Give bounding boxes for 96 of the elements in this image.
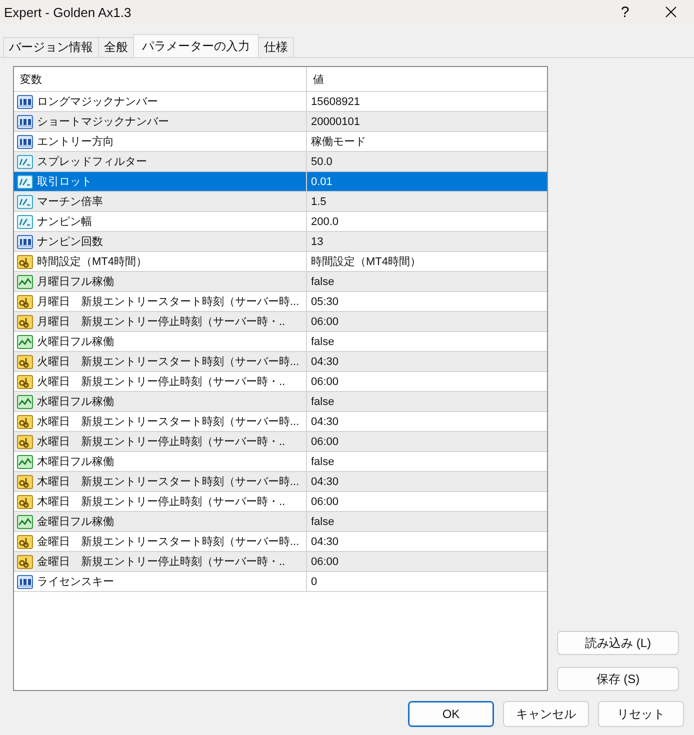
parameter-row[interactable]: スプレッドフィルター 50.0 [14,152,547,172]
parameter-name: 金曜日 新規エントリー停止時刻（サーバー時・.. [37,554,286,569]
parameter-value: 06:00 [311,376,339,388]
parameter-row[interactable]: 木曜日 新規エントリースタート時刻（サーバー時... 04:30 [14,472,547,492]
text-icon [17,414,33,428]
parameter-row[interactable]: ナンピン回数 13 [14,232,547,252]
parameter-name: マーチン倍率 [37,194,103,209]
parameter-name: ナンピン回数 [37,235,103,249]
cancel-button[interactable]: キャンセル [503,701,589,727]
parameter-row[interactable]: 火曜日 新規エントリースタート時刻（サーバー時... 04:30 [14,352,547,372]
text-icon [17,534,33,548]
text-icon [17,354,33,368]
parameter-name: 月曜日 新規エントリー停止時刻（サーバー時・.. [37,314,286,329]
parameter-name: ショートマジックナンバー [37,115,169,129]
parameter-value: 0.01 [311,176,332,188]
parameter-name: スプレッドフィルター [37,154,147,169]
parameter-value: false [311,336,334,348]
save-button[interactable]: 保存 (S) [557,667,679,691]
parameter-value: 04:30 [311,416,339,428]
parameter-value: false [311,276,334,288]
parameter-name: 火曜日 新規エントリー停止時刻（サーバー時・.. [37,374,286,389]
parameter-name: 取引ロット [37,175,92,189]
parameter-value: 200.0 [311,216,339,228]
parameter-value: 20000101 [311,116,360,128]
parameter-name: 水曜日 新規エントリー停止時刻（サーバー時・.. [37,434,286,449]
parameter-row[interactable]: マーチン倍率 1.5 [14,192,547,212]
parameter-row[interactable]: 金曜日 新規エントリー停止時刻（サーバー時・.. 06:00 [14,552,547,572]
parameter-value: 1.5 [311,196,326,208]
parameter-value: 04:30 [311,536,339,548]
text-icon [17,554,33,568]
text-icon [17,474,33,488]
parameter-name: 木曜日フル稼働 [37,455,114,469]
parameter-name: 水曜日フル稼働 [37,395,114,409]
chart-icon [17,334,33,348]
text-icon [17,254,33,268]
tab[interactable]: 仕様 [258,37,294,57]
parameter-value: false [311,516,334,528]
parameter-name: エントリー方向 [37,134,114,149]
parameter-name: 金曜日 新規エントリースタート時刻（サーバー時... [37,534,300,549]
parameter-value: 04:30 [311,356,339,368]
column-header[interactable]: 変数 [20,72,42,86]
parameter-name: 火曜日フル稼働 [37,335,114,349]
fraction-icon [17,214,33,228]
parameter-value: 15608921 [311,96,360,108]
parameter-row[interactable]: 金曜日フル稼働 false [14,512,547,532]
parameter-row[interactable]: 月曜日 新規エントリー停止時刻（サーバー時・.. 06:00 [14,312,547,332]
parameter-row[interactable]: 取引ロット 0.01 [14,172,547,192]
parameter-name: 金曜日フル稼働 [37,515,114,529]
text-icon [17,494,33,508]
parameter-name: 時間設定（MT4時間） [37,254,147,269]
parameter-value: 04:30 [311,476,339,488]
parameter-value: 06:00 [311,556,339,568]
parameter-value: 06:00 [311,316,339,328]
parameter-value: 13 [311,236,324,248]
parameter-name: 木曜日 新規エントリースタート時刻（サーバー時... [37,474,300,489]
parameter-value: 0 [311,576,318,588]
load-button[interactable]: 読み込み (L) [557,631,679,655]
parameter-row[interactable]: 水曜日 新規エントリー停止時刻（サーバー時・.. 06:00 [14,432,547,452]
parameter-name: 火曜日 新規エントリースタート時刻（サーバー時... [37,354,300,369]
chart-icon [17,514,33,528]
parameter-name: 水曜日 新規エントリースタート時刻（サーバー時... [37,414,300,429]
parameter-name: ライセンスキー [37,575,114,589]
column-header[interactable]: 値 [313,72,324,86]
tab[interactable]: パラメーターの入力 [133,34,259,57]
parameter-name: 月曜日フル稼働 [37,275,114,289]
parameter-name: 月曜日 新規エントリースタート時刻（サーバー時... [37,294,300,309]
text-icon [17,434,33,448]
parameter-value: 06:00 [311,436,339,448]
chart-icon [17,394,33,408]
ok-button[interactable]: OK [408,701,494,727]
parameter-value: 06:00 [311,496,339,508]
reset-button[interactable]: リセット [598,701,684,727]
parameter-name: ナンピン幅 [37,215,92,229]
parameter-row[interactable]: ライセンスキー 0 [14,572,547,592]
help-button[interactable]: ? [602,0,648,24]
parameter-value: false [311,456,334,468]
fraction-icon [17,194,33,208]
parameter-name: ロングマジックナンバー [37,95,158,109]
parameter-value: 05:30 [311,296,339,308]
text-icon [17,314,33,328]
window-title: Expert - Golden Ax1.3 [4,4,132,20]
parameter-row[interactable]: ショートマジックナンバー 20000101 [14,112,547,132]
parameter-row[interactable]: 水曜日フル稼働 false [14,392,547,412]
parameter-value: 時間設定（MT4時間） [311,254,421,269]
parameter-name: 木曜日 新規エントリー停止時刻（サーバー時・.. [37,494,286,509]
fraction-icon [17,154,33,168]
fraction-icon [17,174,33,188]
chart-icon [17,454,33,468]
parameter-value: false [311,396,334,408]
parameter-value: 稼働モード [311,135,366,149]
text-icon [17,294,33,308]
chart-icon [17,274,33,288]
text-icon [17,374,33,388]
parameter-row[interactable]: 月曜日フル稼働 false [14,272,547,292]
tab[interactable]: バージョン情報 [3,37,99,57]
parameter-value: 50.0 [311,156,332,168]
